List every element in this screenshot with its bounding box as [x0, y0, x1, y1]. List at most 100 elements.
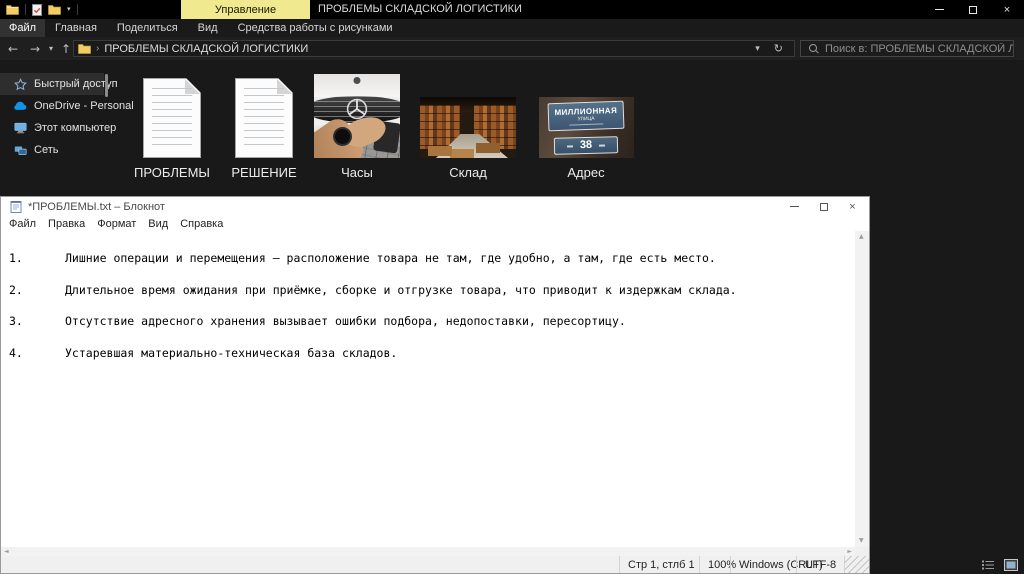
properties-icon[interactable] [32, 4, 42, 16]
minimize-button[interactable] [922, 0, 956, 19]
file-label: Адрес [534, 165, 638, 180]
warehouse-pallets [428, 146, 452, 156]
warehouse-photo-thumbnail [420, 97, 516, 158]
ribbon-tab-bar: Файл Главная Поделиться Вид Средства раб… [0, 19, 1024, 37]
text-document-icon [143, 78, 201, 158]
notepad-menu-file[interactable]: Файл [3, 218, 42, 230]
house-number-sign: 38 [553, 136, 617, 155]
wrist-watch [335, 129, 350, 144]
scroll-down-icon[interactable]: ▼ [859, 538, 864, 544]
notepad-text-area[interactable]: 1.Лишние операции и перемещения – распол… [1, 231, 855, 547]
notepad-horizontal-scrollbar[interactable]: ◄ ► [1, 547, 855, 556]
file-item-address[interactable]: МИЛЛИОННАЯ УЛИЦА 38 Адрес [534, 70, 638, 192]
sidebar-item-quick-access[interactable]: Быстрый доступ [0, 73, 104, 95]
notepad-vertical-scrollbar[interactable]: ▲ ▼ [855, 231, 869, 547]
new-folder-icon[interactable] [48, 4, 61, 15]
resize-grip[interactable] [844, 556, 869, 573]
line-ending-status: Windows (CRLF) [730, 556, 796, 573]
list-number: 3. [9, 314, 65, 346]
notepad-menubar: Файл Правка Формат Вид Справка [1, 216, 869, 231]
scroll-left-icon[interactable]: ◄ [4, 549, 9, 555]
breadcrumb-path[interactable]: ПРОБЛЕМЫ СКЛАДСКОЙ ЛОГИСТИКИ [104, 43, 308, 55]
notepad-menu-view[interactable]: Вид [142, 218, 174, 230]
list-number: 4. [9, 346, 65, 378]
ribbon-tab-file[interactable]: Файл [0, 19, 45, 37]
file-label: РЕШЕНИЕ [219, 165, 309, 180]
ribbon-tab-picture-tools[interactable]: Средства работы с рисунками [228, 19, 403, 37]
notepad-window-title: *ПРОБЛЕМЫ.txt – Блокнот [28, 201, 165, 213]
back-button[interactable]: ← [2, 37, 24, 60]
scrollbar-corner [855, 547, 869, 556]
customize-toolbar-chevron-icon[interactable]: ▾ [67, 0, 71, 19]
cursor-position-status: Стр 1, стлб 1 [619, 556, 699, 573]
line-text: Длительное время ожидания при приёмке, с… [65, 283, 737, 315]
file-label: Часы [310, 165, 404, 180]
text-document-icon [235, 78, 293, 158]
text-line: 2.Длительное время ожидания при приёмке,… [9, 283, 855, 315]
search-box[interactable] [800, 40, 1014, 57]
line-text: Лишние операции и перемещения – располож… [65, 251, 716, 283]
screen: ▾ Управление ПРОБЛЕМЫ СКЛАДСКОЙ ЛОГИСТИК… [0, 0, 1024, 574]
recent-locations-chevron-icon[interactable]: ▾ [44, 37, 58, 60]
street-sign: МИЛЛИОННАЯ УЛИЦА [547, 101, 624, 132]
list-number: 1. [9, 251, 65, 283]
street-word: УЛИЦА [549, 115, 623, 124]
file-item-solution[interactable]: РЕШЕНИЕ [219, 70, 309, 192]
notepad-close-button[interactable]: × [838, 197, 867, 216]
scroll-up-icon[interactable]: ▲ [859, 234, 864, 240]
explorer-folder-icon[interactable] [6, 4, 19, 15]
encoding-status: UTF-8 [796, 556, 844, 573]
maximize-icon [969, 6, 977, 14]
file-item-warehouse[interactable]: Склад [416, 70, 520, 192]
file-label: ПРОБЛЕМЫ [125, 165, 219, 180]
sign-small-text [569, 123, 603, 125]
maximize-button[interactable] [956, 0, 990, 19]
sidebar-item-label: Сеть [34, 144, 58, 156]
sidebar-item-onedrive[interactable]: OneDrive - Personal [0, 95, 104, 117]
sidebar-item-this-pc[interactable]: Этот компьютер [0, 117, 104, 139]
page-lines [152, 88, 192, 148]
navigation-pane: Быстрый доступ OneDrive - Personal Этот … [0, 73, 104, 161]
file-icon-wrap [310, 70, 404, 158]
sidebar-item-network[interactable]: Сеть [0, 139, 104, 161]
file-item-watch[interactable]: Часы [310, 70, 404, 192]
toolbar-separator [25, 4, 26, 15]
list-number: 2. [9, 283, 65, 315]
notepad-maximize-button[interactable] [809, 197, 838, 216]
forward-button[interactable]: → [24, 37, 46, 60]
close-button[interactable]: × [990, 0, 1024, 19]
search-input[interactable] [825, 43, 1013, 55]
notepad-menu-format[interactable]: Формат [91, 218, 142, 230]
address-bar[interactable]: › ПРОБЛЕМЫ СКЛАДСКОЙ ЛОГИСТИКИ ▾ ↻ [73, 40, 795, 57]
line-text: Отсутствие адресного хранения вызывает о… [65, 314, 626, 346]
ribbon-context-tab-manage[interactable]: Управление [181, 0, 310, 19]
notepad-window: *ПРОБЛЕМЫ.txt – Блокнот × Файл Правка Фо… [0, 196, 870, 574]
statusbar-spacer [1, 556, 619, 573]
text-line: 4.Устаревшая материально-техническая баз… [9, 346, 855, 378]
notepad-titlebar: *ПРОБЛЕМЫ.txt – Блокнот × [1, 197, 869, 216]
quick-access-toolbar: ▾ [6, 0, 78, 19]
explorer-window-title: ПРОБЛЕМЫ СКЛАДСКОЙ ЛОГИСТИКИ [318, 0, 522, 19]
details-view-button[interactable] [981, 559, 995, 571]
notepad-minimize-button[interactable] [780, 197, 809, 216]
ribbon-tab-view[interactable]: Вид [188, 19, 228, 37]
ribbon-tab-home[interactable]: Главная [45, 19, 107, 37]
file-icon-wrap [125, 70, 219, 158]
file-item-problems[interactable]: ПРОБЛЕМЫ [125, 70, 219, 192]
ribbon-tab-share[interactable]: Поделиться [107, 19, 188, 37]
notepad-menu-help[interactable]: Справка [174, 218, 229, 230]
minimize-icon [935, 9, 944, 10]
notepad-menu-edit[interactable]: Правка [42, 218, 91, 230]
file-icon-wrap [219, 70, 309, 158]
maximize-icon [820, 203, 828, 211]
statusbar-view-toggles [981, 559, 1018, 571]
toolbar-separator [77, 4, 78, 15]
address-dropdown-chevron-icon[interactable]: ▾ [748, 44, 767, 54]
monitor-icon [13, 122, 27, 134]
scroll-right-icon[interactable]: ► [847, 549, 852, 555]
thumbnails-view-button[interactable] [1004, 559, 1018, 571]
file-list: ПРОБЛЕМЫ РЕШЕНИЕ [104, 60, 1024, 196]
file-icon-wrap [416, 70, 520, 158]
hood-emblem [354, 77, 361, 84]
refresh-icon[interactable]: ↻ [767, 42, 790, 55]
